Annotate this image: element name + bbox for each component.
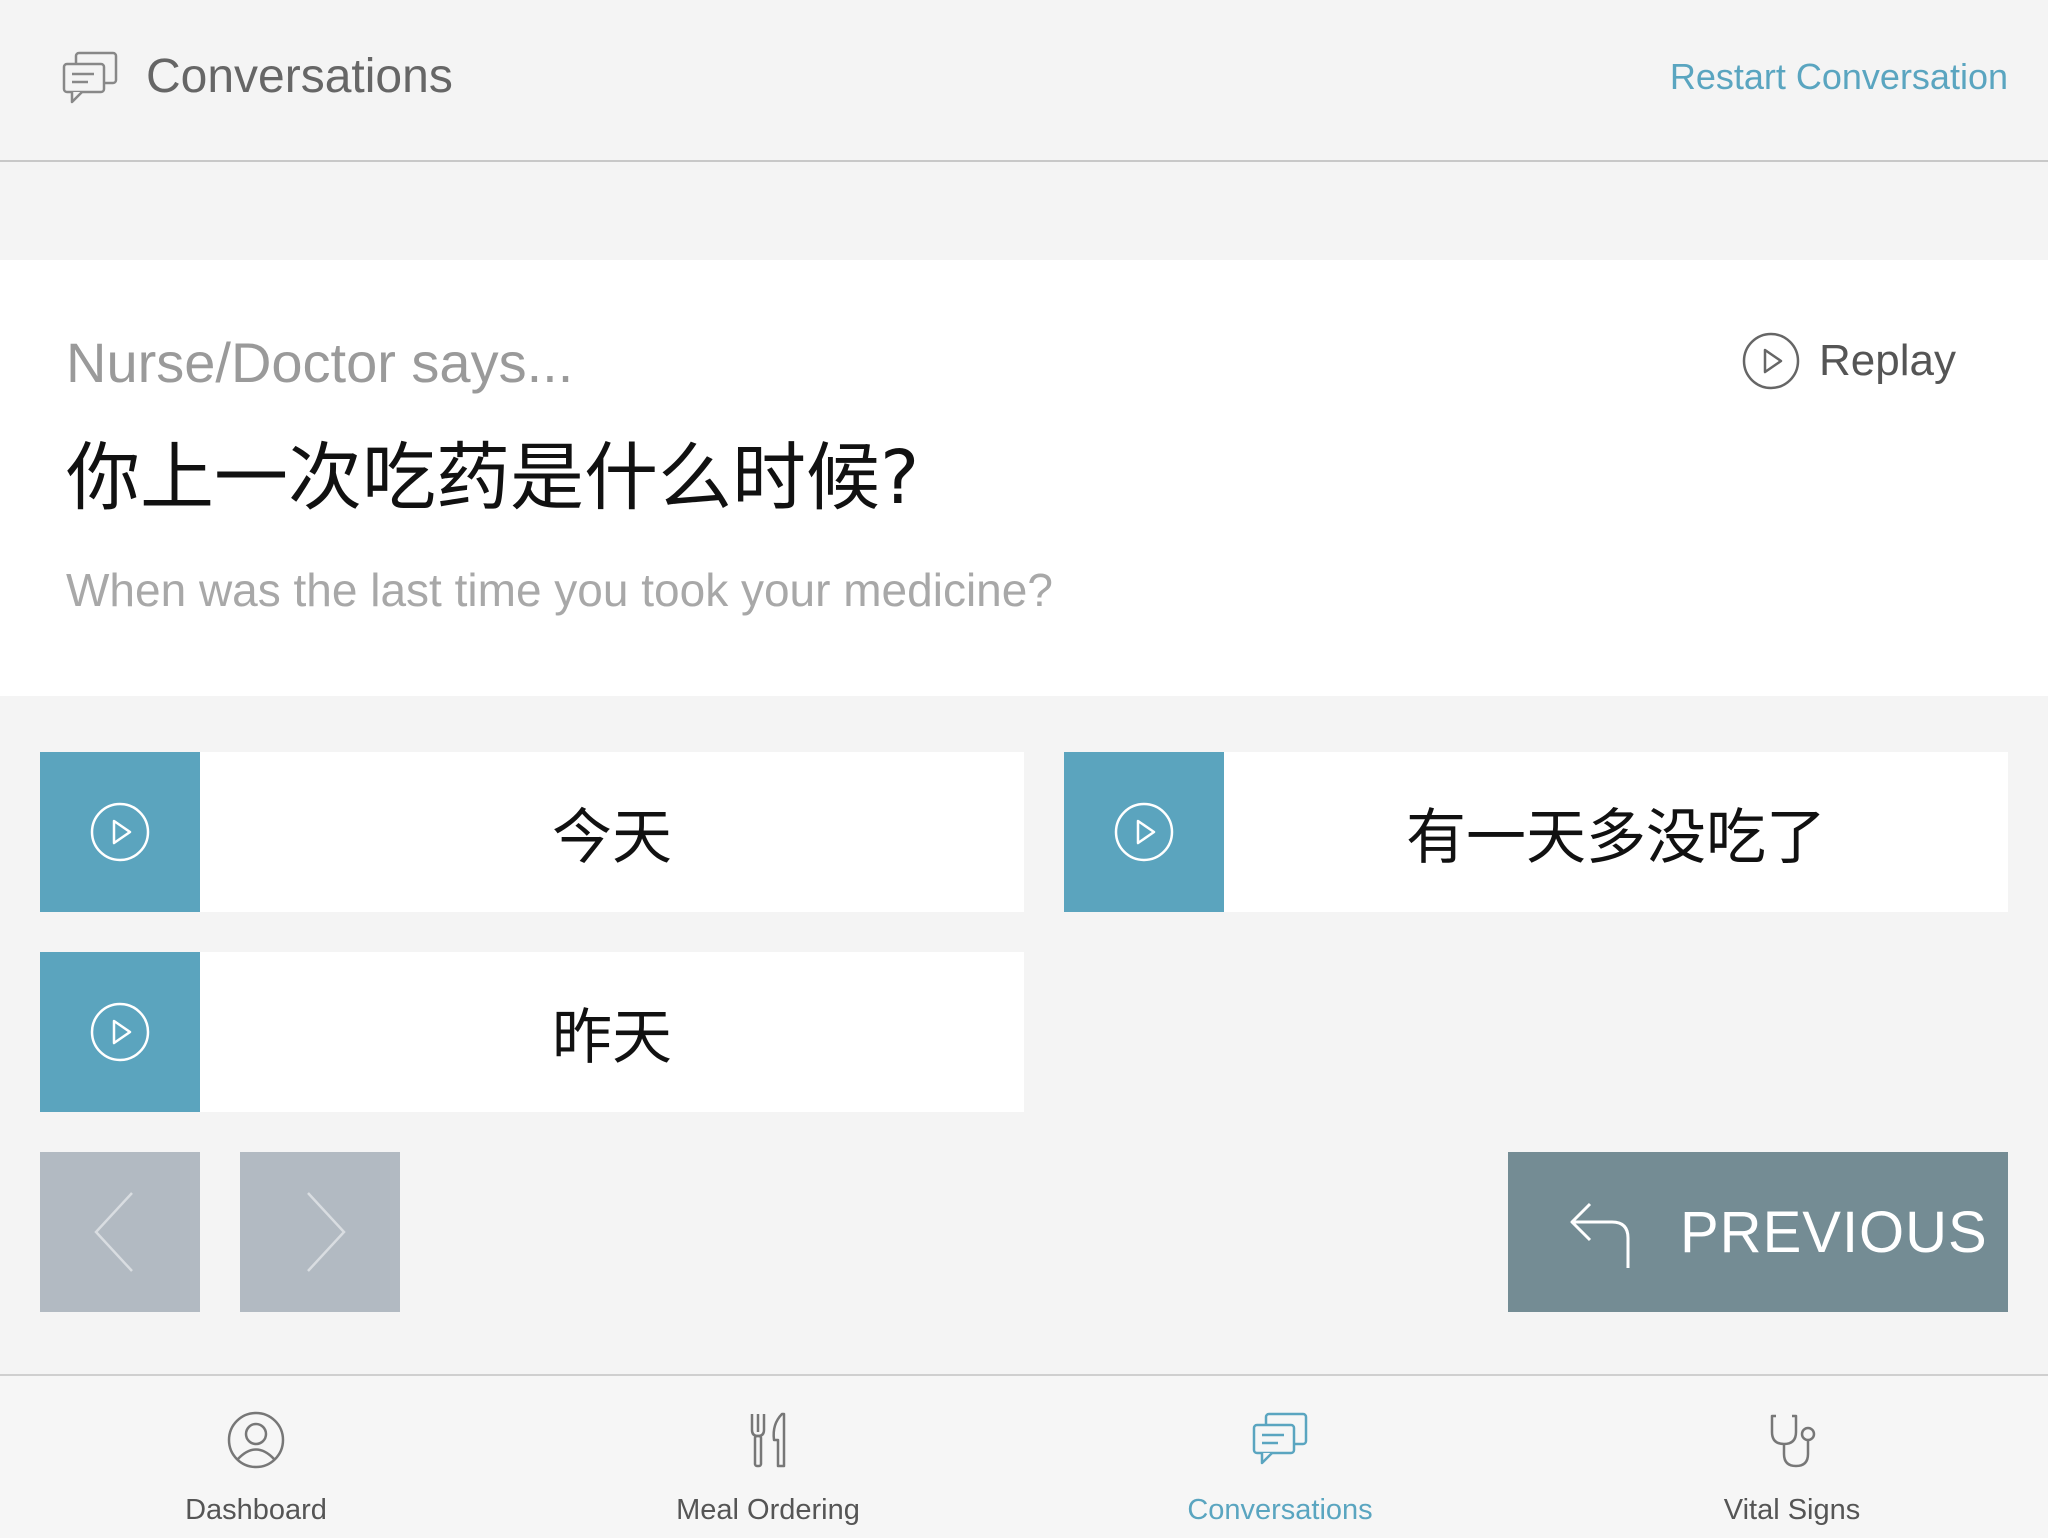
- replay-button[interactable]: Replay: [1741, 328, 1956, 394]
- answer-option[interactable]: 昨天: [40, 952, 1024, 1112]
- page-back-button[interactable]: [40, 1152, 200, 1312]
- top-header: Conversations Restart Conversation: [0, 0, 2048, 162]
- chat-bubbles-icon: [1252, 1412, 1308, 1465]
- question-chinese: 你上一次吃药是什么时候?: [66, 435, 920, 521]
- play-circle-icon: [90, 802, 150, 862]
- chevron-left-icon: [94, 1192, 133, 1272]
- page-forward-button[interactable]: [240, 1152, 400, 1312]
- answer-play-button[interactable]: [40, 752, 200, 912]
- bottom-tab-bar: Dashboard Meal Ordering Conversations Vi…: [0, 1374, 2048, 1538]
- tab-label: Conversations: [1187, 1494, 1373, 1526]
- chat-bubbles-icon: [62, 51, 118, 104]
- question-english: When was the last time you took your med…: [66, 564, 1053, 616]
- answer-label: 有一天多没吃了: [1406, 802, 1826, 873]
- tab-vital-signs[interactable]: Vital Signs: [1536, 1376, 2048, 1538]
- user-icon: [227, 1411, 285, 1469]
- utensils-icon: [750, 1412, 786, 1468]
- stethoscope-icon: [1770, 1414, 1816, 1468]
- tab-dashboard[interactable]: Dashboard: [0, 1376, 512, 1538]
- answer-option[interactable]: 有一天多没吃了: [1064, 752, 2008, 912]
- speaker-label: Nurse/Doctor says...: [66, 331, 574, 394]
- answer-option[interactable]: 今天: [40, 752, 1024, 912]
- question-card: Nurse/Doctor says... Replay 你上一次吃药是什么时候?…: [0, 260, 2048, 696]
- previous-button[interactable]: PREVIOUS: [1508, 1152, 2008, 1312]
- chevron-right-icon: [307, 1192, 346, 1272]
- replay-label: Replay: [1819, 336, 1956, 385]
- restart-conversation-link[interactable]: Restart Conversation: [1670, 52, 2008, 102]
- answer-label: 今天: [552, 802, 672, 873]
- tab-meal-ordering[interactable]: Meal Ordering: [512, 1376, 1024, 1538]
- undo-arrow-icon: [1570, 1202, 1630, 1268]
- tab-conversations[interactable]: Conversations: [1024, 1376, 1536, 1538]
- play-circle-icon: [1742, 332, 1800, 390]
- previous-label: PREVIOUS: [1680, 1199, 1988, 1265]
- answer-play-button[interactable]: [40, 952, 200, 1112]
- play-circle-icon: [90, 1002, 150, 1062]
- tab-label: Dashboard: [185, 1494, 327, 1526]
- tab-label: Vital Signs: [1723, 1494, 1861, 1526]
- page-title: Conversations: [146, 50, 453, 103]
- answer-play-button[interactable]: [1064, 752, 1224, 912]
- play-circle-icon: [1114, 802, 1174, 862]
- tab-label: Meal Ordering: [676, 1494, 860, 1526]
- answer-label: 昨天: [552, 1002, 672, 1073]
